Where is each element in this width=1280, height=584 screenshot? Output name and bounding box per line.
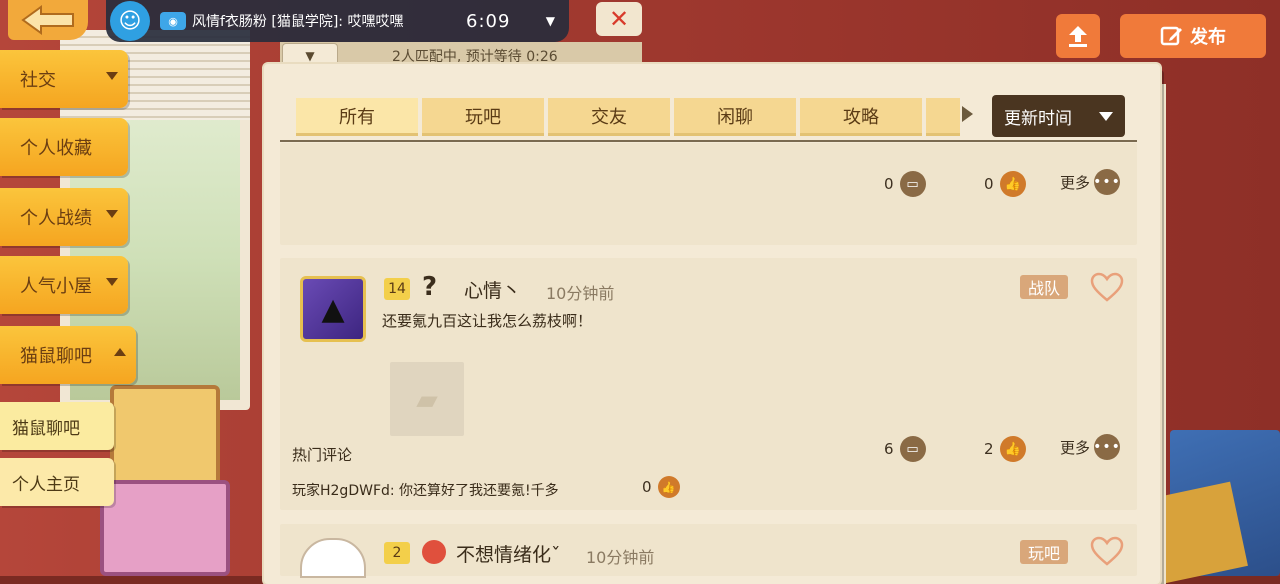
toy-block-decoration bbox=[110, 385, 220, 495]
comment-count-value: 0 bbox=[884, 175, 894, 193]
close-button[interactable]: ✕ bbox=[596, 2, 642, 36]
post-button[interactable]: 发布 bbox=[1120, 14, 1266, 58]
sidebar-subitem-label: 猫鼠聊吧 bbox=[12, 418, 80, 439]
post-card[interactable]: ▲ 14 ? 心情丶 10分钟前 还要氪九百这让我怎么荔枝啊！ 战队 ▰ 热门评… bbox=[280, 258, 1137, 510]
edit-icon bbox=[1160, 26, 1182, 46]
post-card[interactable]: 0 ▭ 0 👍 更多 ••• bbox=[280, 143, 1137, 245]
more-button[interactable]: 更多 ••• bbox=[1060, 434, 1121, 460]
tab-all[interactable]: 所有 bbox=[296, 98, 418, 136]
like-count-value: 0 bbox=[984, 175, 994, 193]
like-count[interactable]: 0 👍 bbox=[984, 171, 1026, 197]
sidebar-item-social[interactable]: 社交 bbox=[0, 50, 128, 108]
more-label: 更多 bbox=[1060, 438, 1091, 457]
sidebar-item-label: 人气小屋 bbox=[20, 276, 92, 297]
tab-play[interactable]: 玩吧 bbox=[422, 98, 544, 136]
dropdown-caret-icon[interactable]: ▼ bbox=[546, 14, 555, 28]
sidebar-subitem-chat[interactable]: 猫鼠聊吧 bbox=[0, 402, 114, 450]
heart-icon[interactable] bbox=[1090, 536, 1124, 566]
post-time: 10分钟前 bbox=[586, 548, 655, 567]
comment-icon: ▭ bbox=[899, 436, 926, 462]
sidebar-item-label: 个人战绩 bbox=[20, 208, 92, 229]
gamepad-icon: ◉ bbox=[160, 12, 186, 30]
post-body: 还要氪九百这让我怎么荔枝啊！ bbox=[382, 312, 593, 330]
post-time: 10分钟前 bbox=[546, 284, 615, 303]
chevron-down-icon: ▼ bbox=[305, 49, 315, 63]
hot-comment-label: 热门评论 bbox=[292, 446, 353, 464]
user-avatar[interactable]: ▲ bbox=[300, 276, 366, 342]
sort-selected: 更新时间 bbox=[1004, 108, 1072, 129]
like-count[interactable]: 2 👍 bbox=[984, 436, 1026, 462]
sidebar-item-favorites[interactable]: 个人收藏 bbox=[0, 118, 128, 176]
username[interactable]: 心情丶 bbox=[464, 276, 521, 303]
sidebar-item-records[interactable]: 个人战绩 bbox=[0, 188, 128, 246]
comment-like-count[interactable]: 0 👍 bbox=[642, 476, 680, 498]
sidebar-item-label: 个人收藏 bbox=[20, 138, 92, 159]
comment-count[interactable]: 6 ▭ bbox=[884, 436, 926, 462]
close-icon: ✕ bbox=[608, 5, 630, 33]
tab-label: 闲聊 bbox=[717, 106, 753, 128]
back-button[interactable] bbox=[8, 0, 88, 40]
caret-down-icon bbox=[106, 72, 118, 80]
upload-icon bbox=[1069, 26, 1087, 47]
comment-count-value: 6 bbox=[884, 440, 894, 458]
top-comment-text: 玩家H2gDWFd: 你还算好了我还要氪!千多 bbox=[292, 483, 559, 499]
category-tabs: 所有 玩吧 交友 闲聊 攻略 bbox=[296, 98, 960, 136]
tab-chat[interactable]: 闲聊 bbox=[674, 98, 796, 136]
user-avatar[interactable] bbox=[300, 538, 366, 578]
stream-timer: 6:09 bbox=[466, 10, 511, 32]
caret-down-icon bbox=[106, 210, 118, 218]
tabs-divider bbox=[280, 140, 1137, 142]
thumbs-up-icon: 👍 bbox=[999, 436, 1026, 462]
level-badge: 14 bbox=[384, 278, 410, 300]
sidebar-item-label: 社交 bbox=[20, 70, 56, 91]
sidebar-subitem-profile[interactable]: 个人主页 bbox=[0, 458, 114, 506]
username[interactable]: 不想情绪化ˇ bbox=[456, 540, 561, 567]
post-card[interactable]: 2 不想情绪化ˇ 10分钟前 玩吧 bbox=[280, 524, 1137, 578]
sort-dropdown[interactable]: 更新时间 bbox=[992, 95, 1125, 137]
tab-label: 玩吧 bbox=[465, 106, 501, 128]
more-dots-icon: ••• bbox=[1093, 434, 1121, 460]
tab-label: 所有 bbox=[339, 106, 375, 128]
like-count-value: 2 bbox=[984, 440, 994, 458]
tab-friends[interactable]: 交友 bbox=[548, 98, 670, 136]
caret-down-icon bbox=[106, 278, 118, 286]
match-status-text: 2人匹配中, 预计等待 0:26 bbox=[392, 49, 558, 65]
post-button-label: 发布 bbox=[1190, 27, 1226, 48]
comment-count[interactable]: 0 ▭ bbox=[884, 171, 926, 197]
question-icon: ? bbox=[422, 272, 438, 302]
more-button[interactable]: 更多 ••• bbox=[1060, 169, 1121, 195]
heart-icon[interactable] bbox=[1090, 272, 1124, 302]
upload-button[interactable] bbox=[1056, 14, 1100, 58]
caret-down-icon bbox=[1099, 112, 1113, 121]
tabs-scroll-right-icon[interactable] bbox=[962, 106, 973, 122]
like-count-value: 0 bbox=[642, 478, 652, 496]
tab-label: 攻略 bbox=[843, 106, 879, 128]
more-label: 更多 bbox=[1060, 173, 1091, 192]
category-tag: 玩吧 bbox=[1020, 540, 1069, 564]
tab-overflow[interactable] bbox=[926, 98, 960, 136]
level-badge: 2 bbox=[384, 542, 410, 564]
sidebar-item-chat[interactable]: 猫鼠聊吧 bbox=[0, 326, 136, 384]
thumbs-up-icon: 👍 bbox=[657, 476, 680, 498]
category-tag: 战队 bbox=[1020, 275, 1069, 299]
thumbs-up-icon: 👍 bbox=[999, 171, 1026, 197]
emoji-icon bbox=[422, 540, 446, 564]
sidebar-subitem-label: 个人主页 bbox=[12, 474, 80, 495]
streamer-avatar[interactable]: ☺ bbox=[110, 1, 150, 41]
comment-icon: ▭ bbox=[899, 171, 926, 197]
tab-guides[interactable]: 攻略 bbox=[800, 98, 922, 136]
caret-up-icon bbox=[114, 348, 126, 356]
sidebar-item-house[interactable]: 人气小屋 bbox=[0, 256, 128, 314]
back-arrow-icon bbox=[21, 5, 74, 35]
image-placeholder-icon[interactable]: ▰ bbox=[390, 362, 464, 436]
sidebar-item-label: 猫鼠聊吧 bbox=[20, 346, 92, 367]
toy-block-decoration bbox=[100, 480, 230, 576]
stream-overlay-bar[interactable]: ☺ ◉ 风情f衣肠粉 [猫鼠学院]: 哎嘿哎嘿 6:09 ▼ bbox=[106, 0, 569, 42]
more-dots-icon: ••• bbox=[1093, 169, 1121, 195]
tab-label: 交友 bbox=[591, 106, 627, 128]
